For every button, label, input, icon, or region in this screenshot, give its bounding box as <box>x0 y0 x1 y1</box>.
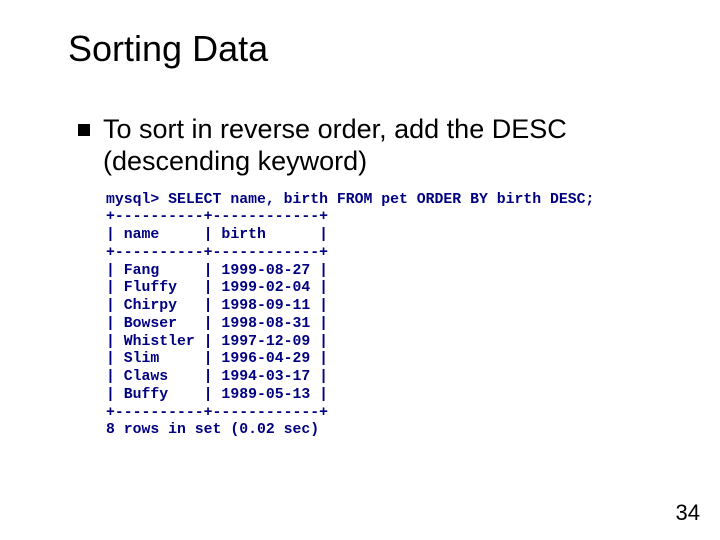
square-bullet-icon <box>78 124 90 136</box>
bullet-item: To sort in reverse order, add the DESC (… <box>78 114 672 178</box>
code-block: mysql> SELECT name, birth FROM pet ORDER… <box>106 192 672 441</box>
slide-title: Sorting Data <box>68 28 672 70</box>
page-number: 34 <box>676 500 700 526</box>
bullet-text: To sort in reverse order, add the DESC (… <box>103 114 672 178</box>
slide: Sorting Data To sort in reverse order, a… <box>0 0 720 540</box>
